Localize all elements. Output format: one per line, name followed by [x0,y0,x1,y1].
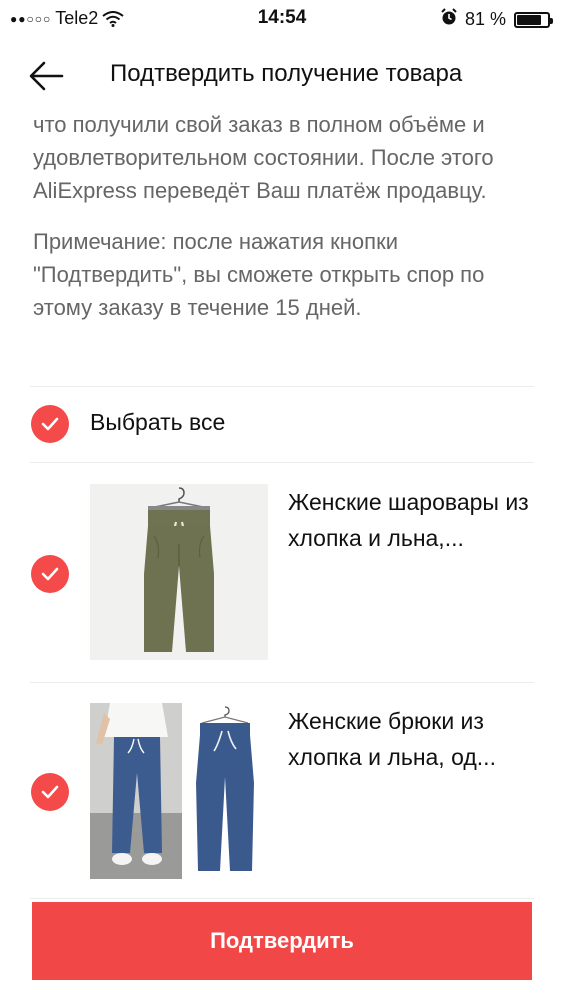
info-text: что получили свой заказ в полном объёме … [33,108,538,324]
product-1-image[interactable] [90,484,268,660]
page-title: Подтвердить получение товара [110,60,463,87]
header: Подтвердить получение товара [0,40,564,112]
checkmark-icon [41,417,59,431]
status-bar: ●●○○○ Tele2 14:54 81 % [0,0,564,38]
divider [30,462,534,463]
checkmark-icon [41,567,59,581]
info-paragraph-2: Примечание: после нажатия кнопки "Подтве… [33,229,485,320]
product-2-image[interactable] [90,703,268,879]
status-right: 81 % [441,8,553,31]
checkmark-icon [41,785,59,799]
product-2-checkbox[interactable] [31,773,69,811]
back-arrow-icon [29,61,64,91]
confirm-button[interactable]: Подтвердить [32,902,532,980]
divider [30,898,534,899]
blue-pants-image [90,703,254,879]
product-2-name[interactable]: Женские брюки из хлопка и льна, од... [288,703,538,775]
select-all-checkbox[interactable] [31,405,69,443]
divider [30,682,534,683]
select-all-label: Выбрать все [90,409,226,435]
product-1-name[interactable]: Женские шаровары из хлопка и льна,... [288,484,538,556]
back-button[interactable] [24,56,68,96]
divider [30,386,534,387]
alarm-icon [441,8,457,31]
battery-percent: 81 % [464,9,506,29]
info-paragraph-1: что получили свой заказ в полном объёме … [33,112,494,203]
olive-pants-image [144,487,214,652]
battery-fill [517,14,542,25]
battery-icon [514,11,553,28]
product-1-checkbox[interactable] [31,555,69,593]
